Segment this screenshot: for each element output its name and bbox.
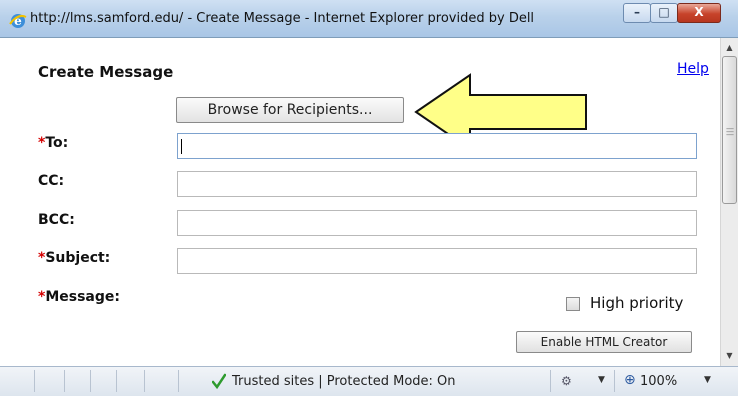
- maximize-icon: □: [658, 5, 670, 19]
- to-field[interactable]: [177, 133, 697, 159]
- scroll-up-icon[interactable]: ▲: [721, 40, 738, 56]
- minimize-button[interactable]: –: [623, 3, 651, 23]
- close-icon: X: [694, 5, 704, 19]
- to-label: *To:: [38, 135, 69, 151]
- message-label: *Message:: [38, 289, 120, 305]
- window-title: http://lms.samford.edu/ - Create Message…: [30, 11, 535, 26]
- cc-label: CC:: [38, 173, 65, 189]
- browse-recipients-button[interactable]: Browse for Recipients...: [176, 97, 404, 123]
- grip-icon: — — —: [726, 124, 734, 139]
- high-priority-checkbox[interactable]: [566, 297, 580, 311]
- window-titlebar: e http://lms.samford.edu/ - Create Messa…: [0, 0, 738, 38]
- zone-icon[interactable]: ⚙: [561, 374, 572, 388]
- page-title: Create Message: [38, 63, 174, 81]
- zoom-dropdown-icon[interactable]: ▼: [704, 375, 711, 385]
- bcc-label: BCC:: [38, 212, 75, 228]
- bcc-field[interactable]: [177, 210, 697, 236]
- zoom-icon[interactable]: ⊕: [624, 372, 636, 388]
- zone-dropdown-icon[interactable]: ▼: [598, 375, 605, 385]
- checkmark-icon: [212, 373, 226, 389]
- scrollbar-thumb[interactable]: — — —: [722, 56, 737, 204]
- status-divider: [550, 370, 551, 392]
- security-zone-text[interactable]: Trusted sites | Protected Mode: On: [232, 374, 456, 389]
- subject-field[interactable]: [177, 248, 697, 274]
- status-divider: [614, 370, 615, 392]
- zoom-level[interactable]: 100%: [640, 374, 677, 389]
- create-message-form: Create Message Help Browse for Recipient…: [18, 38, 720, 366]
- status-divider: [64, 370, 65, 392]
- minimize-icon: –: [634, 5, 640, 19]
- text-caret: [181, 139, 182, 154]
- status-divider: [34, 370, 35, 392]
- status-bar: Trusted sites | Protected Mode: On ⚙ ▼ ⊕…: [0, 366, 738, 396]
- help-link[interactable]: Help: [677, 61, 709, 77]
- status-divider: [116, 370, 117, 392]
- ie-icon: e: [9, 14, 27, 28]
- status-divider: [178, 370, 179, 392]
- status-divider: [90, 370, 91, 392]
- maximize-button[interactable]: □: [650, 3, 678, 23]
- enable-html-creator-button[interactable]: Enable HTML Creator: [516, 331, 692, 353]
- vertical-scrollbar[interactable]: ▲ — — — ▼: [720, 38, 738, 366]
- close-button[interactable]: X: [677, 3, 721, 23]
- high-priority-label[interactable]: High priority: [590, 294, 683, 312]
- cc-field[interactable]: [177, 171, 697, 197]
- subject-label: *Subject:: [38, 250, 111, 266]
- status-divider: [144, 370, 145, 392]
- scroll-down-icon[interactable]: ▼: [721, 348, 738, 364]
